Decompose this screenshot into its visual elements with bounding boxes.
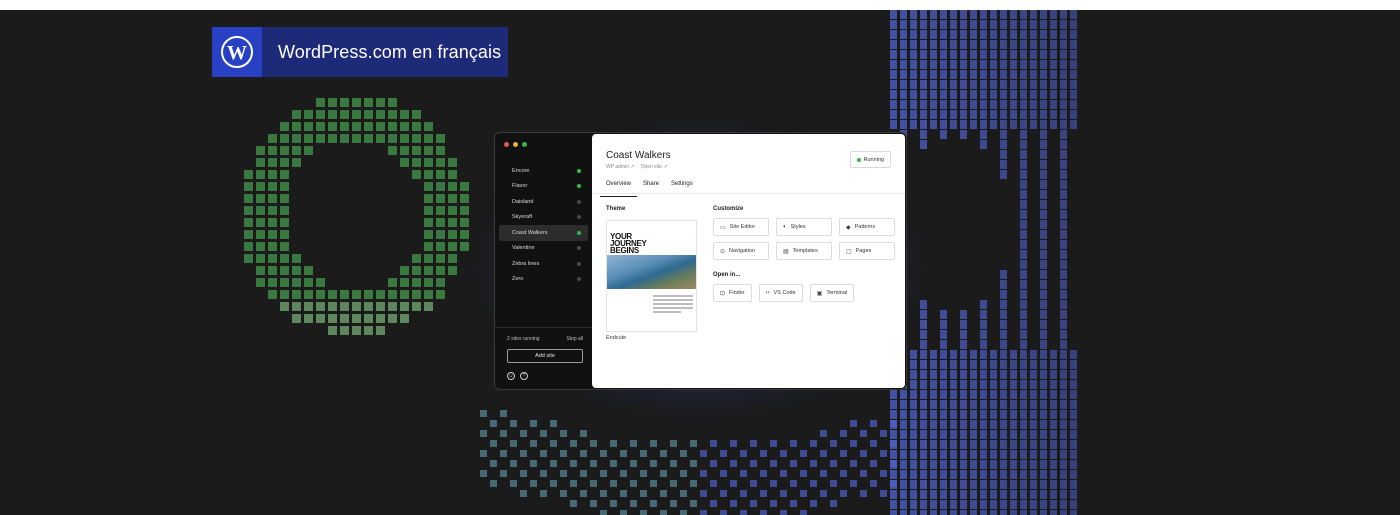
- theme-text-lines: [653, 295, 693, 315]
- studio-app-window: Encore Flavor Daisland Skyeraft Coast Walker…: [494, 132, 907, 390]
- patterns-icon: ◆: [846, 224, 851, 231]
- sidebar-site-item[interactable]: Coast Walkers: [499, 225, 588, 241]
- customize-title: Customize: [713, 206, 744, 212]
- close-dot[interactable]: [504, 141, 509, 147]
- templates-icon: ▤: [783, 248, 789, 255]
- site-detail-panel: Coast Walkers WP admin ↗ Open site ↗ Run…: [592, 134, 905, 388]
- sidebar-site-item[interactable]: Encore: [499, 163, 588, 179]
- pages-icon: ▢: [846, 248, 852, 255]
- customize-buttons: ▭ Site Editor ◐ Styles ◆ Patterns ⊙ Navigation ▤…: [713, 218, 895, 260]
- site-item-label: Zebra lines: [512, 260, 540, 267]
- styles-button[interactable]: ◐ Styles: [776, 218, 832, 236]
- brand-title: WordPress.com en français: [278, 41, 502, 62]
- tab-share[interactable]: Share: [643, 178, 659, 193]
- status-label: Running: [863, 156, 885, 163]
- window-controls: [495, 139, 592, 149]
- site-title: Coast Walkers: [606, 150, 671, 161]
- button-label: Patterns: [854, 224, 876, 230]
- patterns-button[interactable]: ◆ Patterns: [839, 218, 895, 236]
- theme-headline: YOUR JOURNEY BEGINS: [610, 232, 647, 255]
- sidebar-site-item[interactable]: Skyeraft: [499, 210, 588, 226]
- button-label: Templates: [792, 248, 818, 254]
- theme-name: Endcute: [606, 335, 627, 341]
- tab-bar: Overview Share Settings: [592, 178, 905, 197]
- button-label: Terminal: [826, 290, 848, 296]
- button-label: Finder: [729, 290, 745, 296]
- zoom-dot[interactable]: [522, 141, 527, 147]
- site-item-label: Skyeraft: [512, 214, 533, 221]
- button-label: Styles: [790, 224, 806, 230]
- sidebar-site-item[interactable]: Daisland: [499, 194, 588, 210]
- site-item-label: Zero: [512, 276, 524, 283]
- site-item-label: Flavor: [512, 183, 528, 190]
- site-status-icon: [577, 215, 581, 220]
- open-in-title: Open in...: [713, 272, 741, 278]
- theme-section-title: Theme: [606, 206, 626, 212]
- site-status-icon: [577, 184, 581, 189]
- button-label: VS Code: [773, 290, 796, 296]
- site-status-icon: [577, 168, 581, 173]
- add-site-button[interactable]: Add site: [507, 349, 583, 363]
- tab-settings[interactable]: Settings: [671, 178, 693, 193]
- stop-all-button[interactable]: Stop all: [566, 336, 583, 342]
- tab-overview[interactable]: Overview: [599, 178, 638, 197]
- svg-text:W: W: [227, 42, 247, 64]
- finder-button[interactable]: ⊡ Finder: [713, 284, 752, 302]
- site-editor-button[interactable]: ▭ Site Editor: [713, 218, 769, 236]
- button-label: Pages: [855, 248, 872, 254]
- pages-button[interactable]: ▢ Pages: [839, 242, 895, 260]
- site-status-icon: [577, 246, 581, 251]
- code-icon: ‹›: [765, 290, 770, 296]
- hero-banner: W WordPress.com en français Encore Flavor…: [0, 10, 1400, 515]
- open-site-link[interactable]: Open site ↗: [641, 164, 668, 170]
- terminal-button[interactable]: ▣ Terminal: [809, 284, 855, 302]
- help-icon[interactable]: ?: [520, 372, 528, 380]
- button-label: Navigation: [729, 248, 756, 254]
- sidebar-footer: 2 sites running Stop all Add site ☺ ?: [495, 327, 592, 389]
- navigation-button[interactable]: ⊙ Navigation: [713, 242, 769, 260]
- running-count: 2 sites running: [507, 336, 540, 342]
- sidebar-site-item[interactable]: Zero: [499, 272, 588, 288]
- minimize-dot[interactable]: [513, 141, 518, 147]
- templates-button[interactable]: ▤ Templates: [776, 242, 832, 260]
- open-in-buttons: ⊡ Finder ‹› VS Code ▣ Terminal: [713, 284, 895, 302]
- site-item-label: Valentine: [512, 245, 535, 252]
- site-list: Encore Flavor Daisland Skyeraft Coast Walker…: [495, 163, 592, 287]
- navigation-icon: ⊙: [720, 248, 726, 255]
- user-icon[interactable]: ☺: [507, 372, 515, 380]
- site-status-icon: [577, 199, 581, 204]
- button-label: Site Editor: [729, 224, 756, 230]
- sidebar: Encore Flavor Daisland Skyeraft Coast Walker…: [495, 133, 592, 389]
- terminal-icon: ▣: [816, 290, 823, 297]
- vs-code-button[interactable]: ‹› VS Code: [758, 284, 803, 302]
- site-item-label: Coast Walkers: [512, 229, 548, 236]
- sidebar-site-item[interactable]: Valentine: [499, 241, 588, 257]
- site-item-label: Daisland: [512, 198, 534, 205]
- site-item-label: Encore: [512, 167, 530, 174]
- theme-photo: [607, 255, 696, 289]
- wp-admin-link[interactable]: WP admin ↗: [606, 164, 635, 170]
- sidebar-site-item[interactable]: Flavor: [499, 179, 588, 195]
- site-status-icon: [577, 277, 581, 282]
- site-status-icon: [577, 261, 581, 266]
- sidebar-site-item[interactable]: Zebra lines: [499, 256, 588, 272]
- status-dot-icon: [856, 157, 861, 162]
- running-toggle-button[interactable]: Running: [849, 151, 891, 168]
- wordpress-fr-badge[interactable]: W WordPress.com en français: [212, 27, 508, 77]
- finder-icon: ⊡: [720, 290, 726, 297]
- wordpress-logo-icon: W: [212, 27, 262, 77]
- theme-preview[interactable]: YOUR JOURNEY BEGINS: [606, 220, 697, 332]
- styles-icon: ◐: [783, 224, 787, 230]
- site-status-icon: [577, 230, 581, 235]
- layout-icon: ▭: [720, 224, 726, 231]
